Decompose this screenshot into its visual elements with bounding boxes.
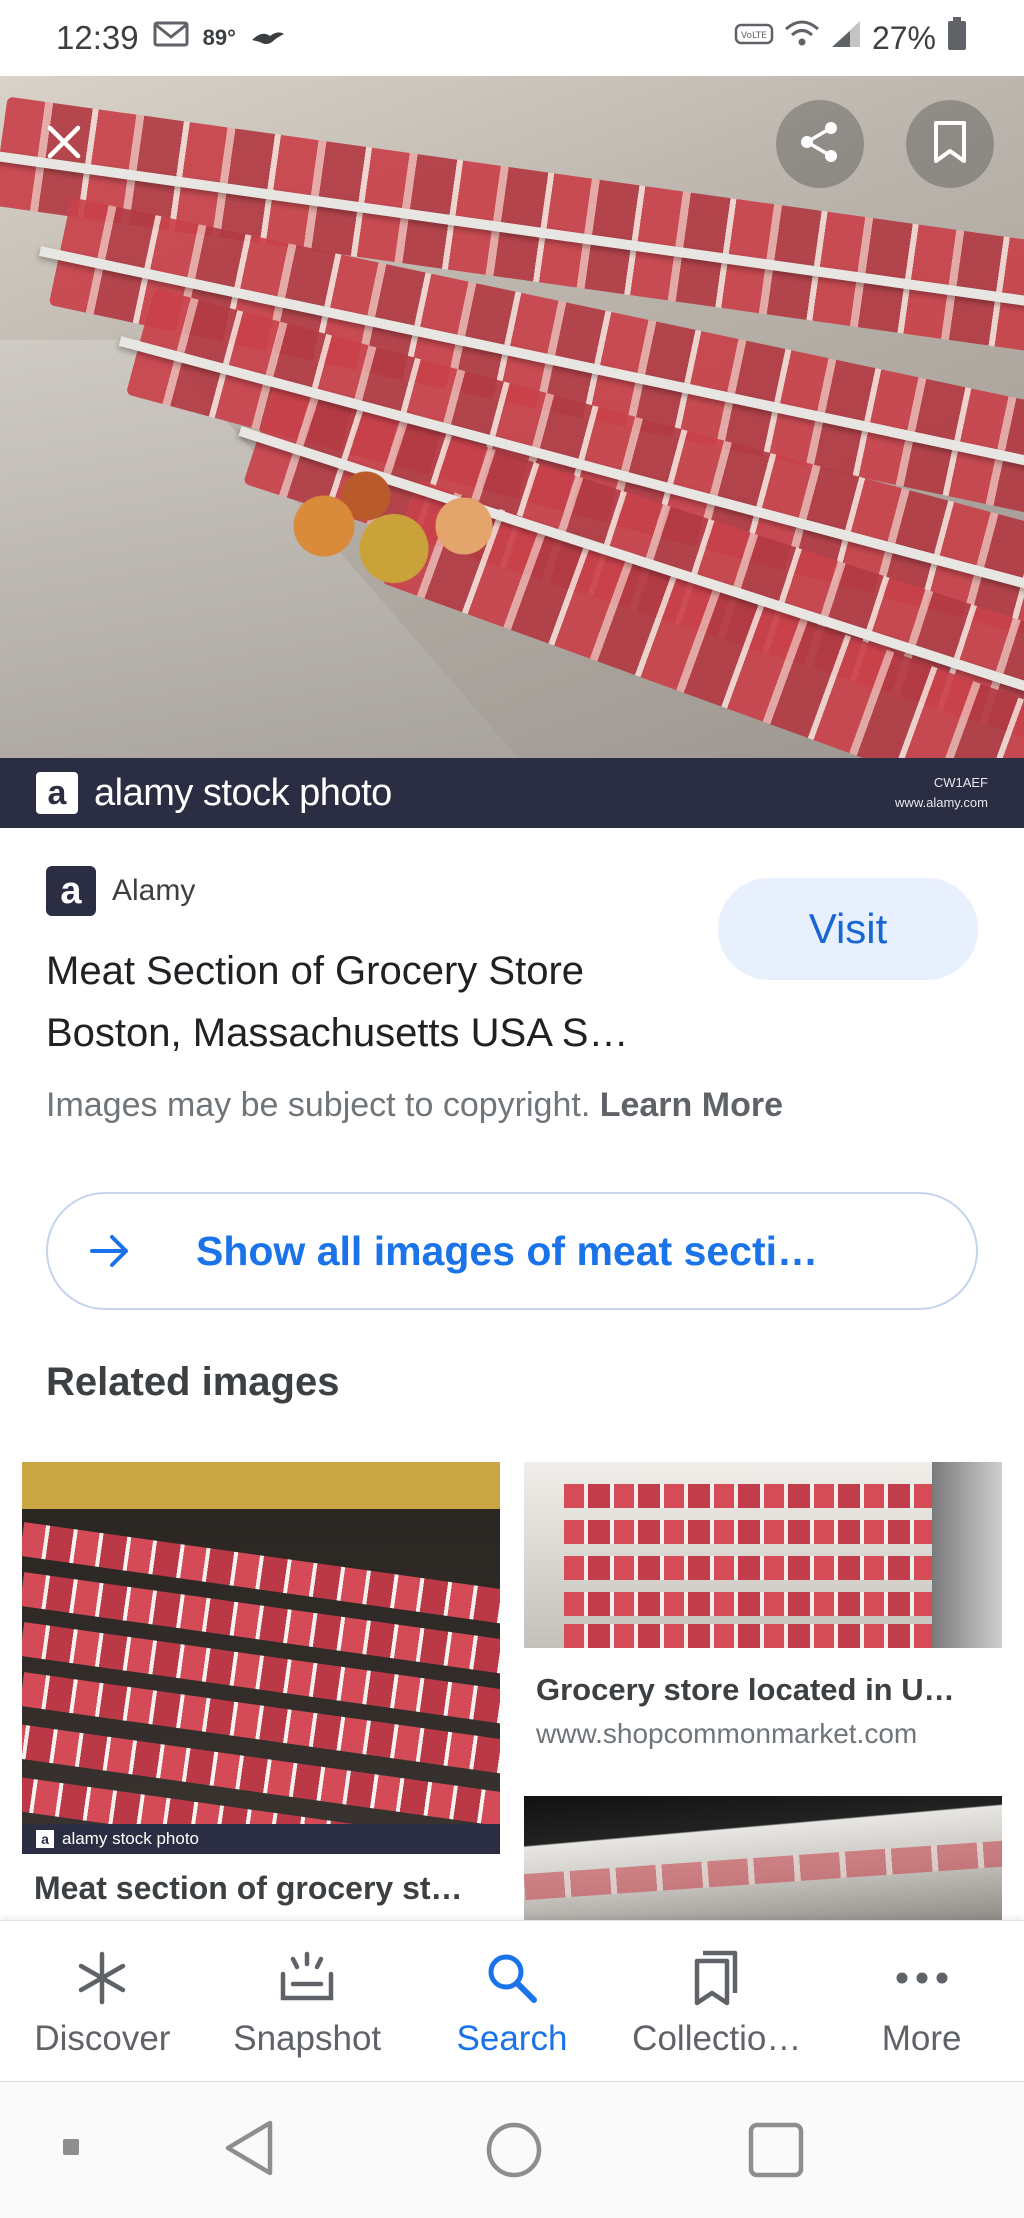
small-square-icon — [62, 2138, 80, 2156]
nav-discover[interactable]: Discover — [0, 1921, 205, 2081]
related-url: www.shopcommonmarket.com — [536, 1718, 918, 1749]
alamy-watermark-bar: a alamy stock photo CW1AEF www.alamy.com — [0, 758, 1024, 828]
asterisk-icon — [74, 1943, 130, 2013]
nav-label: Snapshot — [233, 2019, 382, 2058]
source-logo: a — [46, 866, 96, 916]
collections-icon — [689, 1943, 745, 2013]
related-item[interactable]: a alamy stock photo Meat section of groc… — [22, 1462, 500, 1907]
thumbnail-watermark: a alamy stock photo — [22, 1824, 500, 1854]
source-name[interactable]: Alamy — [112, 874, 195, 908]
battery-percent: 27% — [871, 19, 936, 56]
share-button[interactable] — [776, 100, 864, 188]
related-thumbnail[interactable] — [524, 1462, 1002, 1648]
related-caption[interactable]: Grocery store located in U… — [524, 1672, 1002, 1708]
svg-text:VoLTE: VoLTE — [741, 31, 767, 41]
nav-label: Discover — [34, 2019, 171, 2058]
source-row[interactable]: a Alamy — [46, 866, 195, 916]
recents-button[interactable] — [746, 2120, 806, 2180]
image-title[interactable]: Meat Section of Grocery Store Boston, Ma… — [46, 940, 686, 1064]
bird-icon — [250, 20, 286, 56]
nav-collections[interactable]: Collectio… — [614, 1921, 819, 2081]
search-icon — [484, 1943, 540, 2013]
deli-items — [240, 466, 520, 616]
show-all-label: Show all images of meat secti… — [196, 1227, 819, 1274]
snapshot-icon — [277, 1943, 337, 2013]
related-caption[interactable]: Meat section of grocery st… — [22, 1870, 500, 1907]
nav-snapshot[interactable]: Snapshot — [205, 1921, 410, 2081]
hero-image[interactable] — [0, 76, 1024, 760]
system-navigation-bar — [0, 2082, 1024, 2218]
copyright-notice: Images may be subject to copyright. Lear… — [46, 1086, 783, 1125]
watermark-url: www.alamy.com — [895, 795, 988, 810]
wifi-icon — [784, 19, 820, 57]
copyright-text: Images may be subject to copyright. — [46, 1086, 591, 1124]
bookmark-icon — [932, 120, 968, 169]
related-item[interactable]: Grocery store located in U… www.shopcomm… — [524, 1462, 1002, 1750]
signal-icon — [830, 19, 862, 57]
status-time: 12:39 — [56, 19, 139, 56]
status-temperature: 89° — [202, 25, 236, 50]
back-button[interactable] — [222, 2118, 276, 2178]
close-button[interactable] — [20, 100, 108, 188]
nav-label: More — [881, 2019, 962, 2058]
more-dots-icon — [894, 1943, 950, 2013]
arrow-right-icon — [88, 1233, 148, 1269]
learn-more-link[interactable]: Learn More — [600, 1086, 783, 1124]
home-button[interactable] — [484, 2120, 544, 2180]
status-bar: 12:39 89° VoLTE 27% — [0, 0, 1024, 76]
share-icon — [797, 119, 843, 170]
visit-button[interactable]: Visit — [718, 878, 978, 980]
thumbnail-watermark-text: alamy stock photo — [62, 1829, 200, 1848]
nav-label: Collectio… — [632, 2019, 802, 2058]
watermark-brand: alamy stock photo — [94, 771, 392, 814]
volte-icon: VoLTE — [734, 19, 774, 57]
related-thumbnail[interactable] — [524, 1796, 1002, 1920]
alamy-logo: a — [36, 772, 78, 814]
watermark-code: CW1AEF — [933, 775, 988, 790]
related-images-heading: Related images — [46, 1360, 340, 1404]
show-all-images-button[interactable]: Show all images of meat secti… — [46, 1192, 978, 1310]
nav-search[interactable]: Search — [410, 1921, 615, 2081]
nav-label: Search — [456, 2019, 568, 2058]
gmail-icon — [153, 20, 189, 56]
bottom-navigation: Discover Snapshot Search Collectio… More — [0, 1920, 1024, 2082]
battery-icon — [946, 17, 968, 59]
save-button[interactable] — [906, 100, 994, 188]
close-icon — [44, 122, 84, 167]
related-thumbnail[interactable]: a alamy stock photo — [22, 1462, 500, 1854]
nav-more[interactable]: More — [819, 1921, 1024, 2081]
